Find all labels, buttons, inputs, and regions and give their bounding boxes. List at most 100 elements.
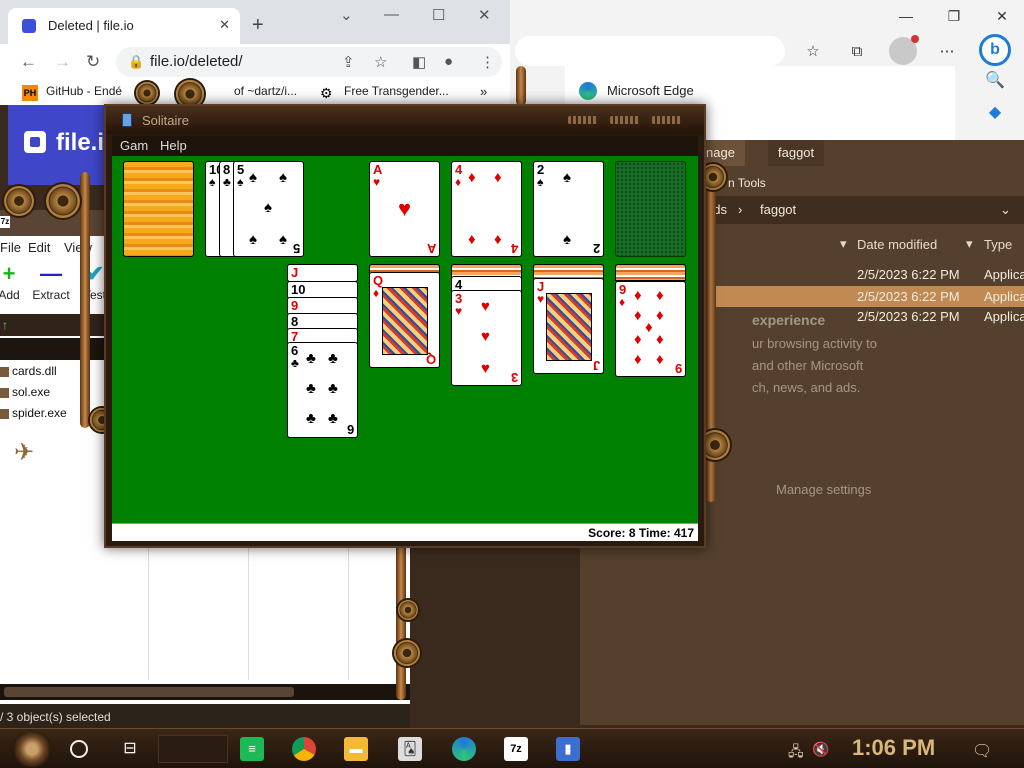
fileio-favicon-icon — [22, 19, 36, 33]
file-icon — [0, 366, 9, 377]
row-type: Applica — [984, 309, 1024, 324]
waste-card-5-spades[interactable]: 5 ♠ ♠ ♠ ♠ ♠ ♠ 5 — [233, 161, 304, 257]
notification-icon[interactable]: 🗨 — [972, 741, 992, 761]
spotify-icon[interactable]: ≡ — [240, 737, 264, 761]
edge-close-button[interactable]: ✕ — [987, 6, 1017, 26]
taskbar-clock[interactable]: 1:06 PM — [852, 735, 935, 761]
file-explorer-icon[interactable]: ▬ — [344, 737, 368, 761]
close-button[interactable] — [652, 116, 682, 124]
scrollbar-thumb[interactable] — [4, 687, 294, 697]
horizontal-scrollbar[interactable] — [0, 684, 410, 700]
edge-icon[interactable] — [452, 737, 476, 761]
chevron-down-icon[interactable]: ⌄ — [340, 6, 353, 24]
ghost-text-line: ur browsing activity to — [752, 336, 877, 351]
edge-profile-avatar[interactable] — [889, 35, 919, 65]
7zip-status-bar: / 3 object(s) selected — [0, 704, 410, 730]
chrome-close-button[interactable]: ✕ — [478, 6, 491, 24]
menu-game[interactable]: Gam — [120, 138, 148, 153]
folder-up-icon[interactable]: ↑ — [2, 318, 8, 332]
bing-chat-icon[interactable]: b — [979, 34, 1011, 66]
taskbar: ⊟ ≡ ▬ 🂡 7z ▮ 🖧 🔇 1:06 PM 🗨 — [0, 728, 1024, 768]
column-type[interactable]: Type — [984, 237, 1012, 252]
close-icon[interactable]: ✕ — [219, 17, 230, 33]
file-icon — [0, 408, 9, 419]
explorer-breadcrumb-separator: › — [738, 202, 743, 217]
bookmark-favicon-icon: PH — [22, 85, 38, 101]
bookmark-item[interactable]: GitHub - Endé — [46, 84, 122, 98]
foundation-empty-slot[interactable] — [615, 161, 686, 257]
card-table: 10 ♠ 8 ♣ 5 ♠ ♠ ♠ ♠ ♠ ♠ 5 A ♥ ♥ A 4 ♦ ♦ ♦ ♦ ♦ 4 2 ♠… — [112, 156, 698, 523]
chrome-omnibox[interactable]: 🔒 file.io/deleted/ ⇪ ☆ ◧ ● ⋮ — [116, 47, 502, 77]
reload-icon[interactable]: ↻ — [86, 52, 100, 72]
chrome-minimize-button[interactable]: — — [384, 6, 399, 23]
fileio-logo-icon — [24, 131, 46, 153]
edge-tools-icon[interactable]: ◆ — [966, 102, 1024, 134]
column-date-modified[interactable]: Date modified — [857, 237, 937, 252]
new-tab-button[interactable]: + — [252, 14, 264, 37]
url-text[interactable]: file.io/deleted/ — [150, 53, 243, 70]
favorites-icon[interactable]: ☆ — [801, 40, 825, 64]
edge-search-icon[interactable]: 🔍 — [966, 70, 1024, 102]
bookmark-star-icon[interactable]: ☆ — [374, 53, 387, 71]
minimize-button[interactable] — [568, 116, 598, 124]
edge-sidebar: 🔍 ◆ — [966, 70, 1024, 140]
bookmark-item[interactable]: of ~dartz/i... — [234, 84, 297, 98]
maximize-button[interactable] — [610, 116, 640, 124]
chrome-menu-icon[interactable]: ⋮ — [480, 53, 495, 71]
tableau-card-q-diamonds[interactable]: Q ♦ Q — [369, 272, 440, 368]
solitaire-titlebar[interactable]: Solitaire — [106, 106, 704, 134]
task-view-icon[interactable]: ⊟ — [118, 737, 142, 761]
explorer-tools-label: n Tools — [728, 176, 766, 190]
bookmark-item[interactable]: Free Transgender... — [344, 84, 449, 98]
tableau-card-6-clubs[interactable]: 6 ♣ ♣ ♣ ♣ ♣ ♣ ♣ 6 — [287, 342, 358, 438]
edge-maximize-button[interactable]: ❐ — [939, 6, 969, 26]
bookmarks-overflow-icon[interactable]: » — [480, 84, 487, 99]
taskbar-search-box[interactable] — [158, 735, 228, 763]
volume-muted-icon[interactable]: 🔇 — [812, 741, 829, 758]
tableau-card-3-hearts[interactable]: 3 ♥ ♥ ♥ ♥ 3 — [451, 290, 522, 386]
chevron-down-icon[interactable]: ⌄ — [990, 197, 1021, 223]
menu-file[interactable]: File — [0, 240, 21, 255]
menu-edit[interactable]: Edit — [28, 240, 50, 255]
explorer-breadcrumb-folder[interactable]: faggot — [750, 197, 806, 223]
foundation-2-spades[interactable]: 2 ♠ ♠ ♠ 2 — [533, 161, 604, 257]
solitaire-title: Solitaire — [142, 113, 189, 128]
edge-minimize-button[interactable]: — — [891, 6, 921, 26]
app-taskbar-icon[interactable]: ▮ — [556, 737, 580, 761]
column-divider — [348, 540, 349, 680]
extract-label: Extract — [32, 288, 70, 302]
ghost-manage-settings: Manage settings — [776, 482, 872, 497]
network-icon[interactable]: 🖧 — [788, 741, 804, 765]
edge-address-bar[interactable] — [515, 36, 785, 66]
chrome-maximize-button[interactable]: ☐ — [432, 6, 445, 24]
profile-icon[interactable]: ● — [444, 53, 453, 70]
gear-icon — [4, 186, 34, 216]
foundation-ace-hearts[interactable]: A ♥ ♥ A — [369, 161, 440, 257]
collections-icon[interactable]: ⧉ — [845, 40, 869, 64]
chrome-tab-title: Deleted | file.io — [48, 18, 134, 33]
foundation-4-diamonds[interactable]: 4 ♦ ♦ ♦ ♦ ♦ 4 — [451, 161, 522, 257]
stock-pile[interactable] — [123, 161, 194, 257]
7zip-taskbar-icon[interactable]: 7z — [504, 737, 528, 761]
file-item[interactable]: spider.exe — [0, 406, 67, 426]
file-item[interactable]: sol.exe — [0, 385, 50, 405]
side-panel-icon[interactable]: ◧ — [412, 53, 426, 71]
chrome-tab-active[interactable]: Deleted | file.io ✕ — [8, 8, 240, 44]
cortana-icon[interactable] — [70, 740, 88, 758]
back-arrow-icon[interactable]: ← — [20, 52, 37, 72]
menu-help[interactable]: Help — [160, 138, 187, 153]
extract-button[interactable]: — Extract — [26, 260, 76, 302]
file-item[interactable]: cards.dll — [0, 364, 57, 384]
row-type: Applica — [984, 267, 1024, 282]
solitaire-taskbar-icon[interactable]: 🂡 — [398, 737, 422, 761]
explorer-tab-folder[interactable]: faggot — [768, 140, 825, 166]
chrome-tabstrip: Deleted | file.io ✕ + ⌄ — ☐ ✕ — [0, 0, 510, 44]
row-date: 2/5/2023 6:22 PM — [857, 267, 960, 282]
start-button[interactable] — [12, 731, 52, 767]
tableau-card-9-diamonds[interactable]: 9 ♦ ♦ ♦ ♦ ♦ ♦ ♦ ♦ ♦ ♦ 9 — [615, 281, 686, 377]
forward-arrow-icon[interactable]: → — [54, 52, 71, 72]
chrome-icon[interactable] — [292, 737, 316, 761]
share-icon[interactable]: ⇪ — [342, 53, 355, 71]
edge-more-icon[interactable]: ⋯ — [935, 40, 959, 64]
tableau-card-j-hearts-face[interactable]: J ♥ J — [533, 278, 604, 374]
